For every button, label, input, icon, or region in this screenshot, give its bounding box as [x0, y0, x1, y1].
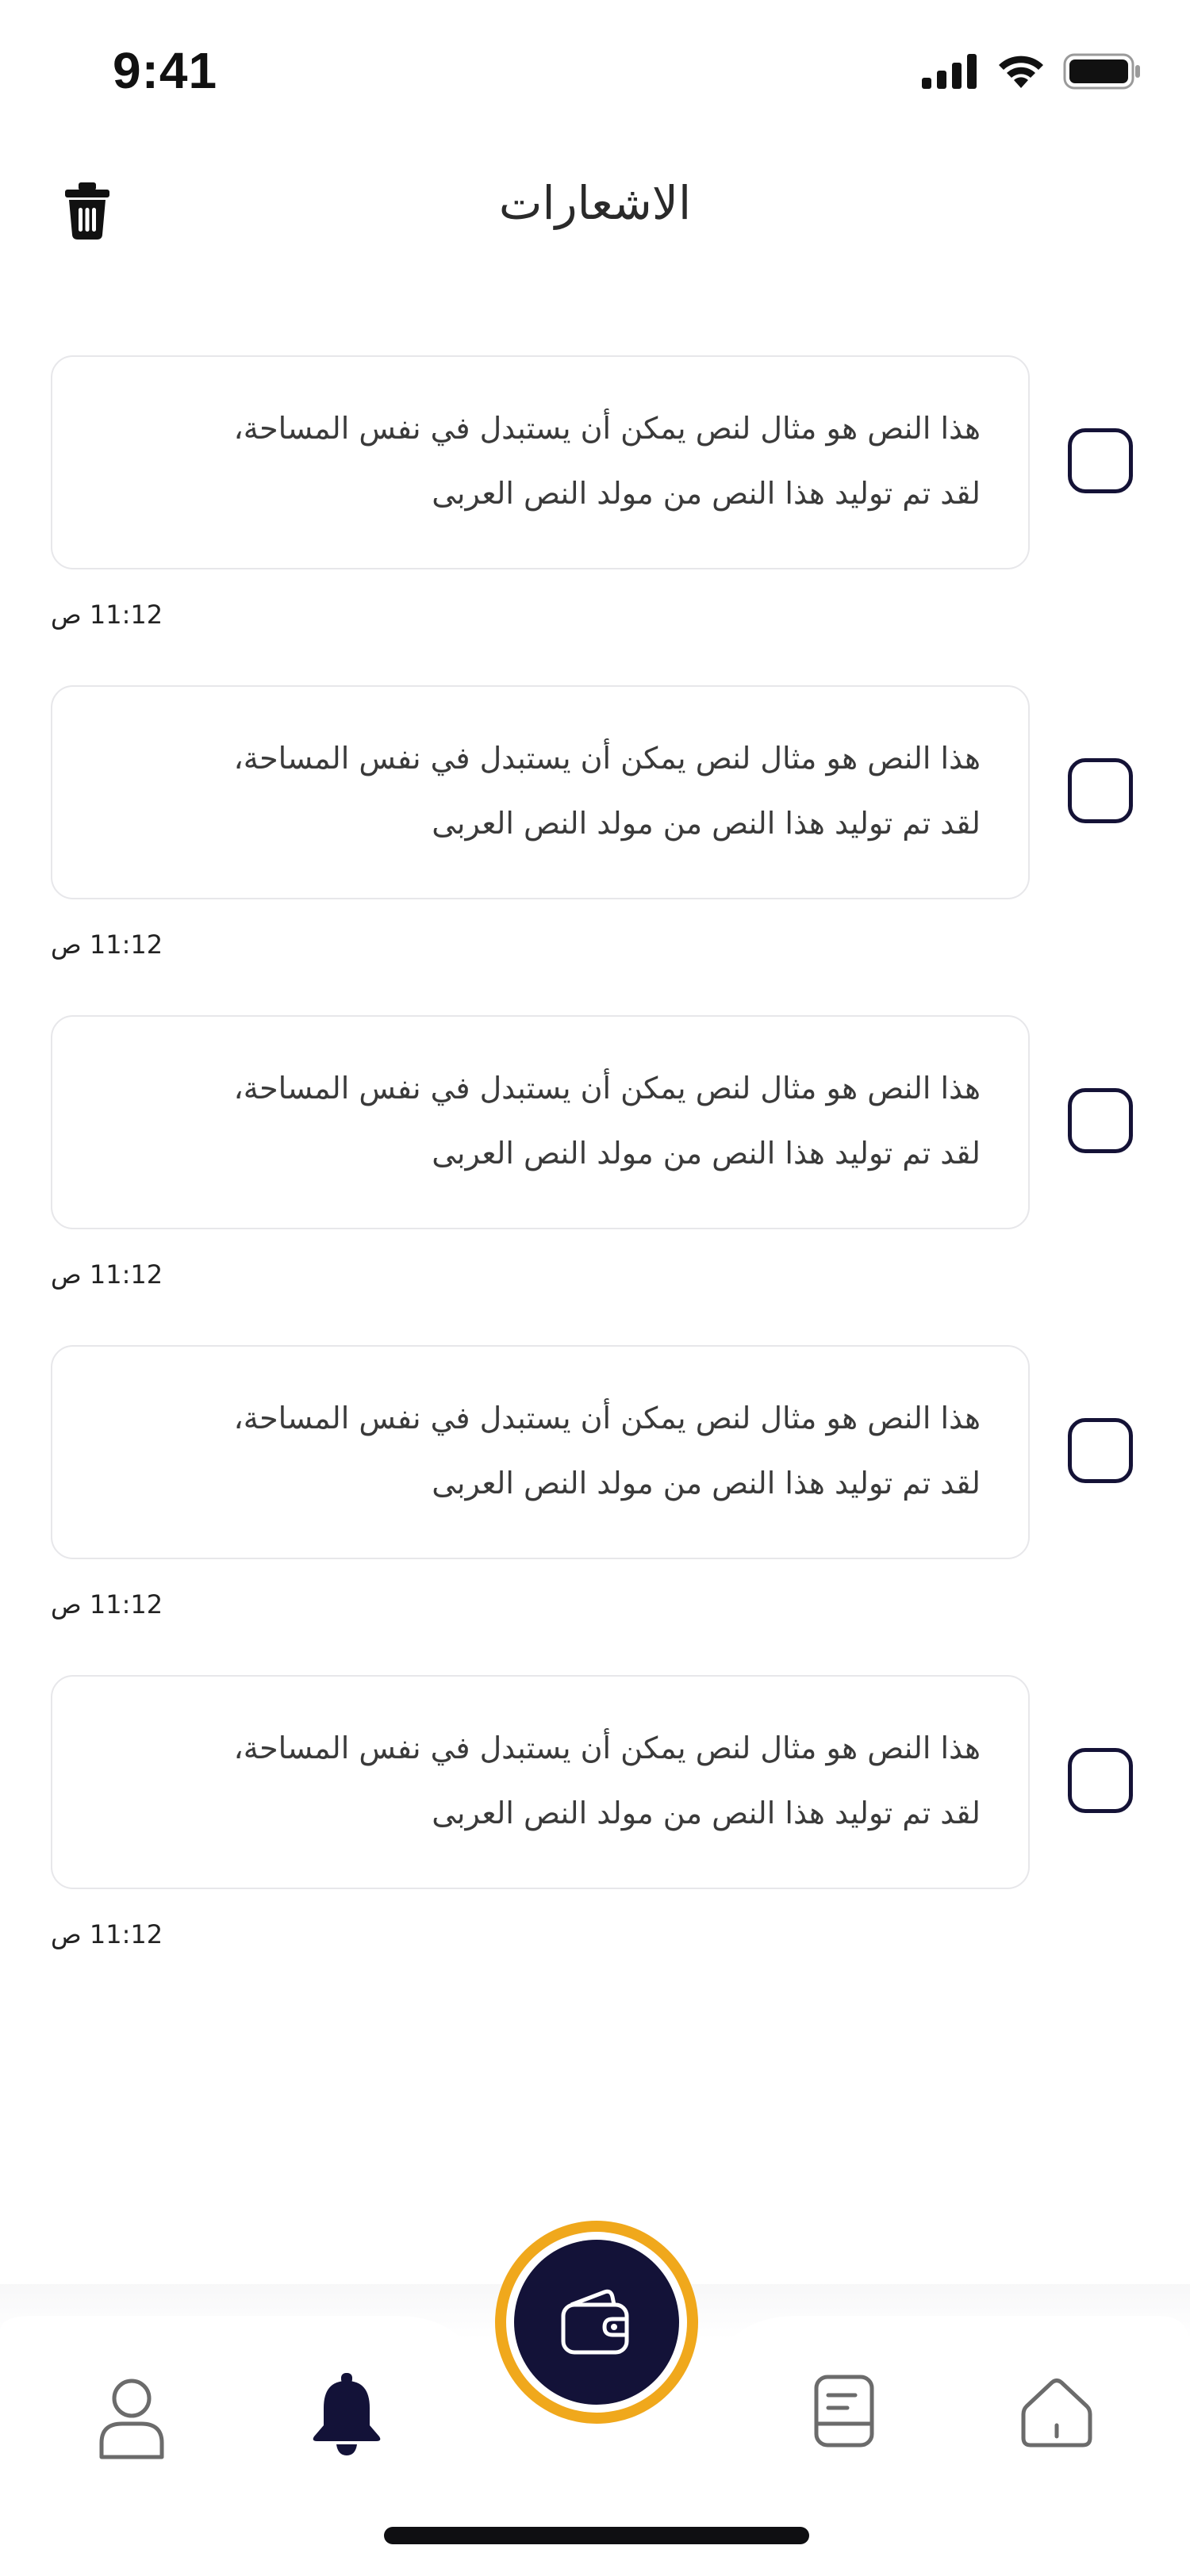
- wallet-button-ring: [506, 2232, 687, 2413]
- notification-time: 11:12 ص: [51, 1589, 163, 1620]
- notification-text-line1: هذا النص هو مثال لنص يمكن أن يستبدل في ن…: [233, 411, 981, 446]
- wallet-icon: [561, 2289, 629, 2355]
- wallet-button[interactable]: [495, 2221, 698, 2424]
- battery-icon: [1063, 53, 1140, 90]
- home-icon[interactable]: [1020, 2376, 1093, 2448]
- notification-text-line1: هذا النص هو مثال لنص يمكن أن يستبدل في ن…: [233, 1071, 981, 1106]
- user-icon[interactable]: [98, 2378, 165, 2460]
- notification-time: 11:12 ص: [51, 930, 163, 960]
- page-title: الاشعارات: [498, 176, 692, 230]
- notification-card[interactable]: هذا النص هو مثال لنص يمكن أن يستبدل في ن…: [51, 355, 1030, 569]
- notification-card[interactable]: هذا النص هو مثال لنص يمكن أن يستبدل في ن…: [51, 1015, 1030, 1229]
- wallet-button-core: [514, 2240, 679, 2405]
- home-indicator: [384, 2527, 809, 2544]
- notifications-screen: 9:41 الاشعارات هذا النص هو مثال لنص يمكن…: [0, 0, 1190, 2576]
- cellular-signal-icon: [922, 54, 977, 89]
- notification-checkbox[interactable]: [1068, 758, 1133, 823]
- notification-checkbox[interactable]: [1068, 1418, 1133, 1483]
- trash-icon[interactable]: [65, 182, 109, 240]
- notification-text-line1: هذا النص هو مثال لنص يمكن أن يستبدل في ن…: [233, 741, 981, 776]
- notification-text-line2: لقد تم توليد هذا النص من مولد النص العرب…: [432, 1796, 981, 1830]
- bell-icon[interactable]: [311, 2373, 382, 2455]
- document-icon[interactable]: [814, 2375, 874, 2448]
- wifi-icon: [999, 56, 1043, 88]
- notification-time: 11:12 ص: [51, 1259, 163, 1290]
- status-time: 9:41: [113, 42, 218, 99]
- notification-text-line2: لقد تم توليد هذا النص من مولد النص العرب…: [432, 806, 981, 841]
- notification-text-line1: هذا النص هو مثال لنص يمكن أن يستبدل في ن…: [233, 1401, 981, 1436]
- notification-card[interactable]: هذا النص هو مثال لنص يمكن أن يستبدل في ن…: [51, 1345, 1030, 1559]
- notification-time: 11:12 ص: [51, 1919, 163, 1949]
- notification-text-line2: لقد تم توليد هذا النص من مولد النص العرب…: [432, 1466, 981, 1501]
- notification-card[interactable]: هذا النص هو مثال لنص يمكن أن يستبدل في ن…: [51, 1675, 1030, 1889]
- notification-time: 11:12 ص: [51, 600, 163, 630]
- status-icons: [922, 49, 1142, 94]
- notification-text-line2: لقد تم توليد هذا النص من مولد النص العرب…: [432, 1136, 981, 1171]
- status-bar: 9:41: [0, 0, 1190, 143]
- notification-checkbox[interactable]: [1068, 428, 1133, 493]
- notification-text-line2: لقد تم توليد هذا النص من مولد النص العرب…: [432, 476, 981, 511]
- notification-card[interactable]: هذا النص هو مثال لنص يمكن أن يستبدل في ن…: [51, 685, 1030, 899]
- notification-checkbox[interactable]: [1068, 1088, 1133, 1153]
- notification-checkbox[interactable]: [1068, 1748, 1133, 1813]
- notification-text-line1: هذا النص هو مثال لنص يمكن أن يستبدل في ن…: [233, 1731, 981, 1765]
